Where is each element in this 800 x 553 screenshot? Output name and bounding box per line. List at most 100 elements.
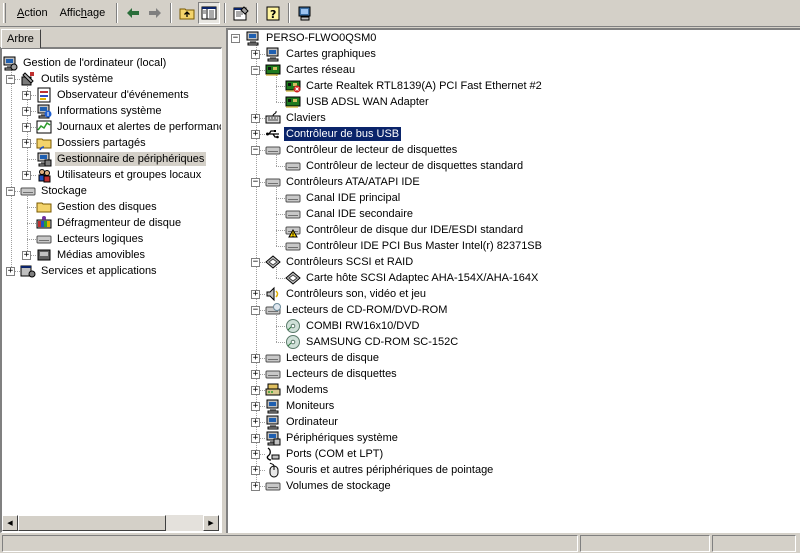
right-tree-label: Contrôleur de lecteur de disquettes stan…: [306, 160, 524, 172]
help-button[interactable]: ?: [262, 2, 284, 24]
toolbar-grip[interactable]: [3, 3, 6, 23]
right-tree-node[interactable]: Carte Realtek RTL8139(A) PCI Fast Ethern…: [271, 78, 544, 94]
expand-icon[interactable]: +: [22, 138, 31, 148]
right-tree-node[interactable]: Canal IDE principal: [271, 190, 402, 206]
left-tree-node[interactable]: + Médias amovibles: [22, 247, 147, 263]
right-tree-node[interactable]: + Ordinateur: [251, 414, 340, 430]
expand-icon[interactable]: +: [22, 170, 31, 180]
device-tree-pane[interactable]: − PERSO-FLWO0QSM0 + Cartes graphiques − Carte…: [226, 28, 800, 533]
left-tree-node[interactable]: + Journaux et alertes de performance: [22, 119, 221, 135]
expand-icon[interactable]: +: [251, 401, 260, 411]
right-tree-label: Contrôleur IDE PCI Bus Master Intel(r) 8…: [306, 240, 542, 252]
expand-icon[interactable]: +: [251, 369, 260, 379]
right-tree-label: PERSO-FLWO0QSM0: [266, 32, 377, 44]
right-tree-node[interactable]: + Contrôleurs son, vidéo et jeu: [251, 286, 428, 302]
scan-hardware-button[interactable]: [294, 2, 316, 24]
left-horizontal-scrollbar[interactable]: ◀ ▶: [2, 515, 219, 531]
right-tree-node[interactable]: + Souris et autres périphériques de point…: [251, 462, 495, 478]
computer-mgmt-icon: [2, 55, 18, 71]
cdrom-icon: [285, 334, 301, 350]
expand-icon[interactable]: +: [22, 90, 31, 100]
event-viewer-icon: [36, 87, 52, 103]
expand-icon[interactable]: +: [251, 113, 260, 123]
left-tree-node[interactable]: + Services et applications: [6, 263, 159, 279]
right-tree-node[interactable]: + Contrôleur de bus USB: [251, 126, 403, 142]
collapse-icon[interactable]: −: [6, 186, 15, 196]
right-tree-node[interactable]: + Modems: [251, 382, 330, 398]
right-tree-node[interactable]: SAMSUNG CD-ROM SC-152C: [271, 334, 460, 350]
right-tree-node[interactable]: + Périphériques système: [251, 430, 400, 446]
left-tree-node[interactable]: Lecteurs logiques: [22, 231, 145, 247]
console-tree[interactable]: −Gestion de l'ordinateur (local)−Outils …: [0, 47, 222, 533]
collapse-icon[interactable]: −: [251, 65, 260, 75]
right-tree-label: USB ADSL WAN Adapter: [306, 96, 429, 108]
right-tree-node[interactable]: Contrôleur IDE PCI Bus Master Intel(r) 8…: [271, 238, 544, 254]
scroll-right-button[interactable]: ▶: [203, 515, 219, 531]
right-tree-node[interactable]: − PERSO-FLWO0QSM0: [231, 30, 378, 46]
right-tree-node[interactable]: Canal IDE secondaire: [271, 206, 415, 222]
collapse-icon[interactable]: −: [251, 257, 260, 267]
expand-icon[interactable]: +: [6, 266, 15, 276]
right-tree-node[interactable]: + Cartes graphiques: [251, 46, 378, 62]
left-tree-node[interactable]: − Outils système: [6, 71, 115, 87]
right-tree-node[interactable]: + Moniteurs: [251, 398, 336, 414]
network-card-icon: [285, 94, 301, 110]
right-tree-node[interactable]: Contrôleur de lecteur de disquettes stan…: [271, 158, 525, 174]
right-tree-node[interactable]: USB ADSL WAN Adapter: [271, 94, 431, 110]
expand-icon[interactable]: +: [251, 465, 260, 475]
expand-icon[interactable]: +: [251, 289, 260, 299]
right-tree-node[interactable]: + Lecteurs de disque: [251, 350, 381, 366]
left-tree-node[interactable]: + Observateur d'événements: [22, 87, 191, 103]
collapse-icon[interactable]: −: [6, 74, 15, 84]
right-tree-node[interactable]: − Lecteurs de CD-ROM/DVD-ROM: [251, 302, 449, 318]
right-tree-node[interactable]: + Volumes de stockage: [251, 478, 393, 494]
left-tree-node[interactable]: − Stockage: [6, 183, 89, 199]
menu-action[interactable]: Action: [12, 4, 53, 22]
expand-icon[interactable]: +: [22, 122, 31, 132]
expand-icon[interactable]: +: [251, 385, 260, 395]
right-tree-node[interactable]: + Claviers: [251, 110, 328, 126]
ports-icon: [265, 446, 281, 462]
collapse-icon[interactable]: −: [251, 177, 260, 187]
up-one-level-button[interactable]: [176, 2, 198, 24]
right-tree-node[interactable]: − Contrôleurs SCSI et RAID: [251, 254, 415, 270]
right-tree-node[interactable]: Carte hôte SCSI Adaptec AHA-154X/AHA-164…: [271, 270, 540, 286]
right-tree-node[interactable]: COMBI RW16x10/DVD: [271, 318, 422, 334]
expand-icon[interactable]: +: [251, 481, 260, 491]
scroll-track[interactable]: [166, 515, 203, 531]
right-tree-node[interactable]: Contrôleur de disque dur IDE/ESDI standa…: [271, 222, 525, 238]
show-hide-tree-button[interactable]: [198, 2, 221, 24]
expand-icon[interactable]: +: [22, 250, 31, 260]
left-tree-node[interactable]: Défragmenteur de disque: [22, 215, 183, 231]
forward-button[interactable]: [144, 2, 166, 24]
expand-icon[interactable]: +: [251, 49, 260, 59]
left-tree-node[interactable]: Gestionnaire de périphériques: [22, 151, 207, 167]
expand-icon[interactable]: +: [251, 353, 260, 363]
expand-icon[interactable]: +: [251, 433, 260, 443]
left-tree-node[interactable]: + Dossiers partagés: [22, 135, 148, 151]
left-tree-node[interactable]: + Informations système: [22, 103, 164, 119]
collapse-icon[interactable]: −: [251, 145, 260, 155]
left-tree-node[interactable]: Gestion des disques: [22, 199, 159, 215]
collapse-icon[interactable]: −: [231, 33, 240, 43]
right-tree-node[interactable]: − Cartes réseau: [251, 62, 357, 78]
right-tree-node[interactable]: − Contrôleur de lecteur de disquettes: [251, 142, 459, 158]
scroll-left-button[interactable]: ◀: [2, 515, 18, 531]
left-tree-node[interactable]: + Utilisateurs et groupes locaux: [22, 167, 203, 183]
menu-view[interactable]: Affichage: [55, 4, 111, 22]
right-tree-node[interactable]: + Lecteurs de disquettes: [251, 366, 399, 382]
expand-icon[interactable]: +: [251, 449, 260, 459]
right-tree-label: Cartes graphiques: [286, 48, 376, 60]
right-tree-node[interactable]: + Ports (COM et LPT): [251, 446, 385, 462]
left-tree-node[interactable]: −Gestion de l'ordinateur (local): [2, 55, 168, 71]
collapse-icon[interactable]: −: [251, 305, 260, 315]
scroll-thumb[interactable]: [18, 515, 166, 531]
properties-button[interactable]: [230, 2, 252, 24]
expand-icon[interactable]: +: [22, 106, 31, 116]
tab-tree[interactable]: Arbre: [1, 29, 41, 48]
expand-icon[interactable]: +: [251, 129, 260, 139]
right-tree-node[interactable]: − Contrôleurs ATA/ATAPI IDE: [251, 174, 422, 190]
expand-icon[interactable]: +: [251, 417, 260, 427]
cdrom-icon: [285, 318, 301, 334]
back-button[interactable]: [122, 2, 144, 24]
